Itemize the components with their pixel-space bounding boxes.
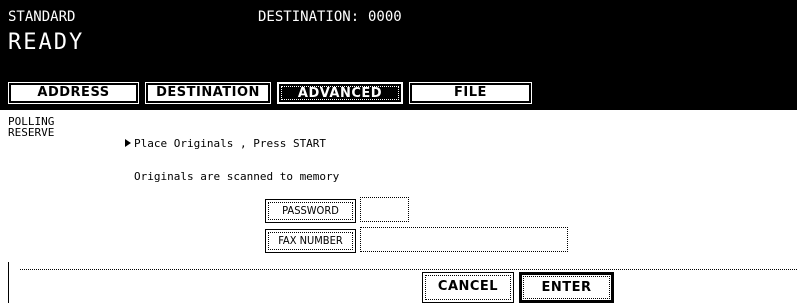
divider-line bbox=[20, 269, 797, 270]
cancel-button-label: CANCEL bbox=[425, 275, 511, 300]
destination-label: DESTINATION: bbox=[258, 9, 360, 25]
enter-button-label: ENTER bbox=[523, 276, 610, 299]
instruction-message: Place Originals , Press START Originals … bbox=[125, 116, 339, 193]
tab-advanced-label: ADVANCED bbox=[281, 86, 399, 101]
status-label: READY bbox=[8, 30, 85, 55]
password-button[interactable]: PASSWORD bbox=[265, 199, 356, 223]
tab-destination[interactable]: DESTINATION bbox=[145, 82, 271, 104]
destination-count: 0000 bbox=[368, 9, 402, 25]
function-mode-line2: RESERVE bbox=[8, 126, 55, 139]
password-button-label: PASSWORD bbox=[268, 202, 353, 220]
fax-number-field[interactable] bbox=[360, 227, 568, 252]
fax-number-button-label: FAX NUMBER bbox=[268, 232, 353, 250]
enter-button[interactable]: ENTER bbox=[519, 272, 614, 303]
header-bar: STANDARD DESTINATION: 0000 READY ADDRESS… bbox=[0, 0, 797, 110]
function-mode: POLLING RESERVE bbox=[8, 116, 54, 138]
tab-file-label: FILE bbox=[412, 85, 529, 101]
tab-advanced[interactable]: ADVANCED bbox=[277, 82, 403, 104]
password-field[interactable] bbox=[360, 197, 409, 222]
tab-file[interactable]: FILE bbox=[409, 82, 532, 104]
tab-address[interactable]: ADDRESS bbox=[8, 82, 139, 104]
tab-destination-label: DESTINATION bbox=[148, 85, 268, 101]
mode-label: STANDARD bbox=[8, 9, 76, 25]
fax-number-button[interactable]: FAX NUMBER bbox=[265, 229, 356, 253]
tab-address-label: ADDRESS bbox=[11, 85, 136, 101]
left-border bbox=[8, 262, 9, 303]
cancel-button[interactable]: CANCEL bbox=[422, 272, 514, 303]
instruction-line2: Originals are scanned to memory bbox=[134, 170, 340, 183]
instruction-line1: Place Originals , Press START bbox=[134, 137, 327, 150]
arrow-right-icon bbox=[125, 139, 131, 147]
